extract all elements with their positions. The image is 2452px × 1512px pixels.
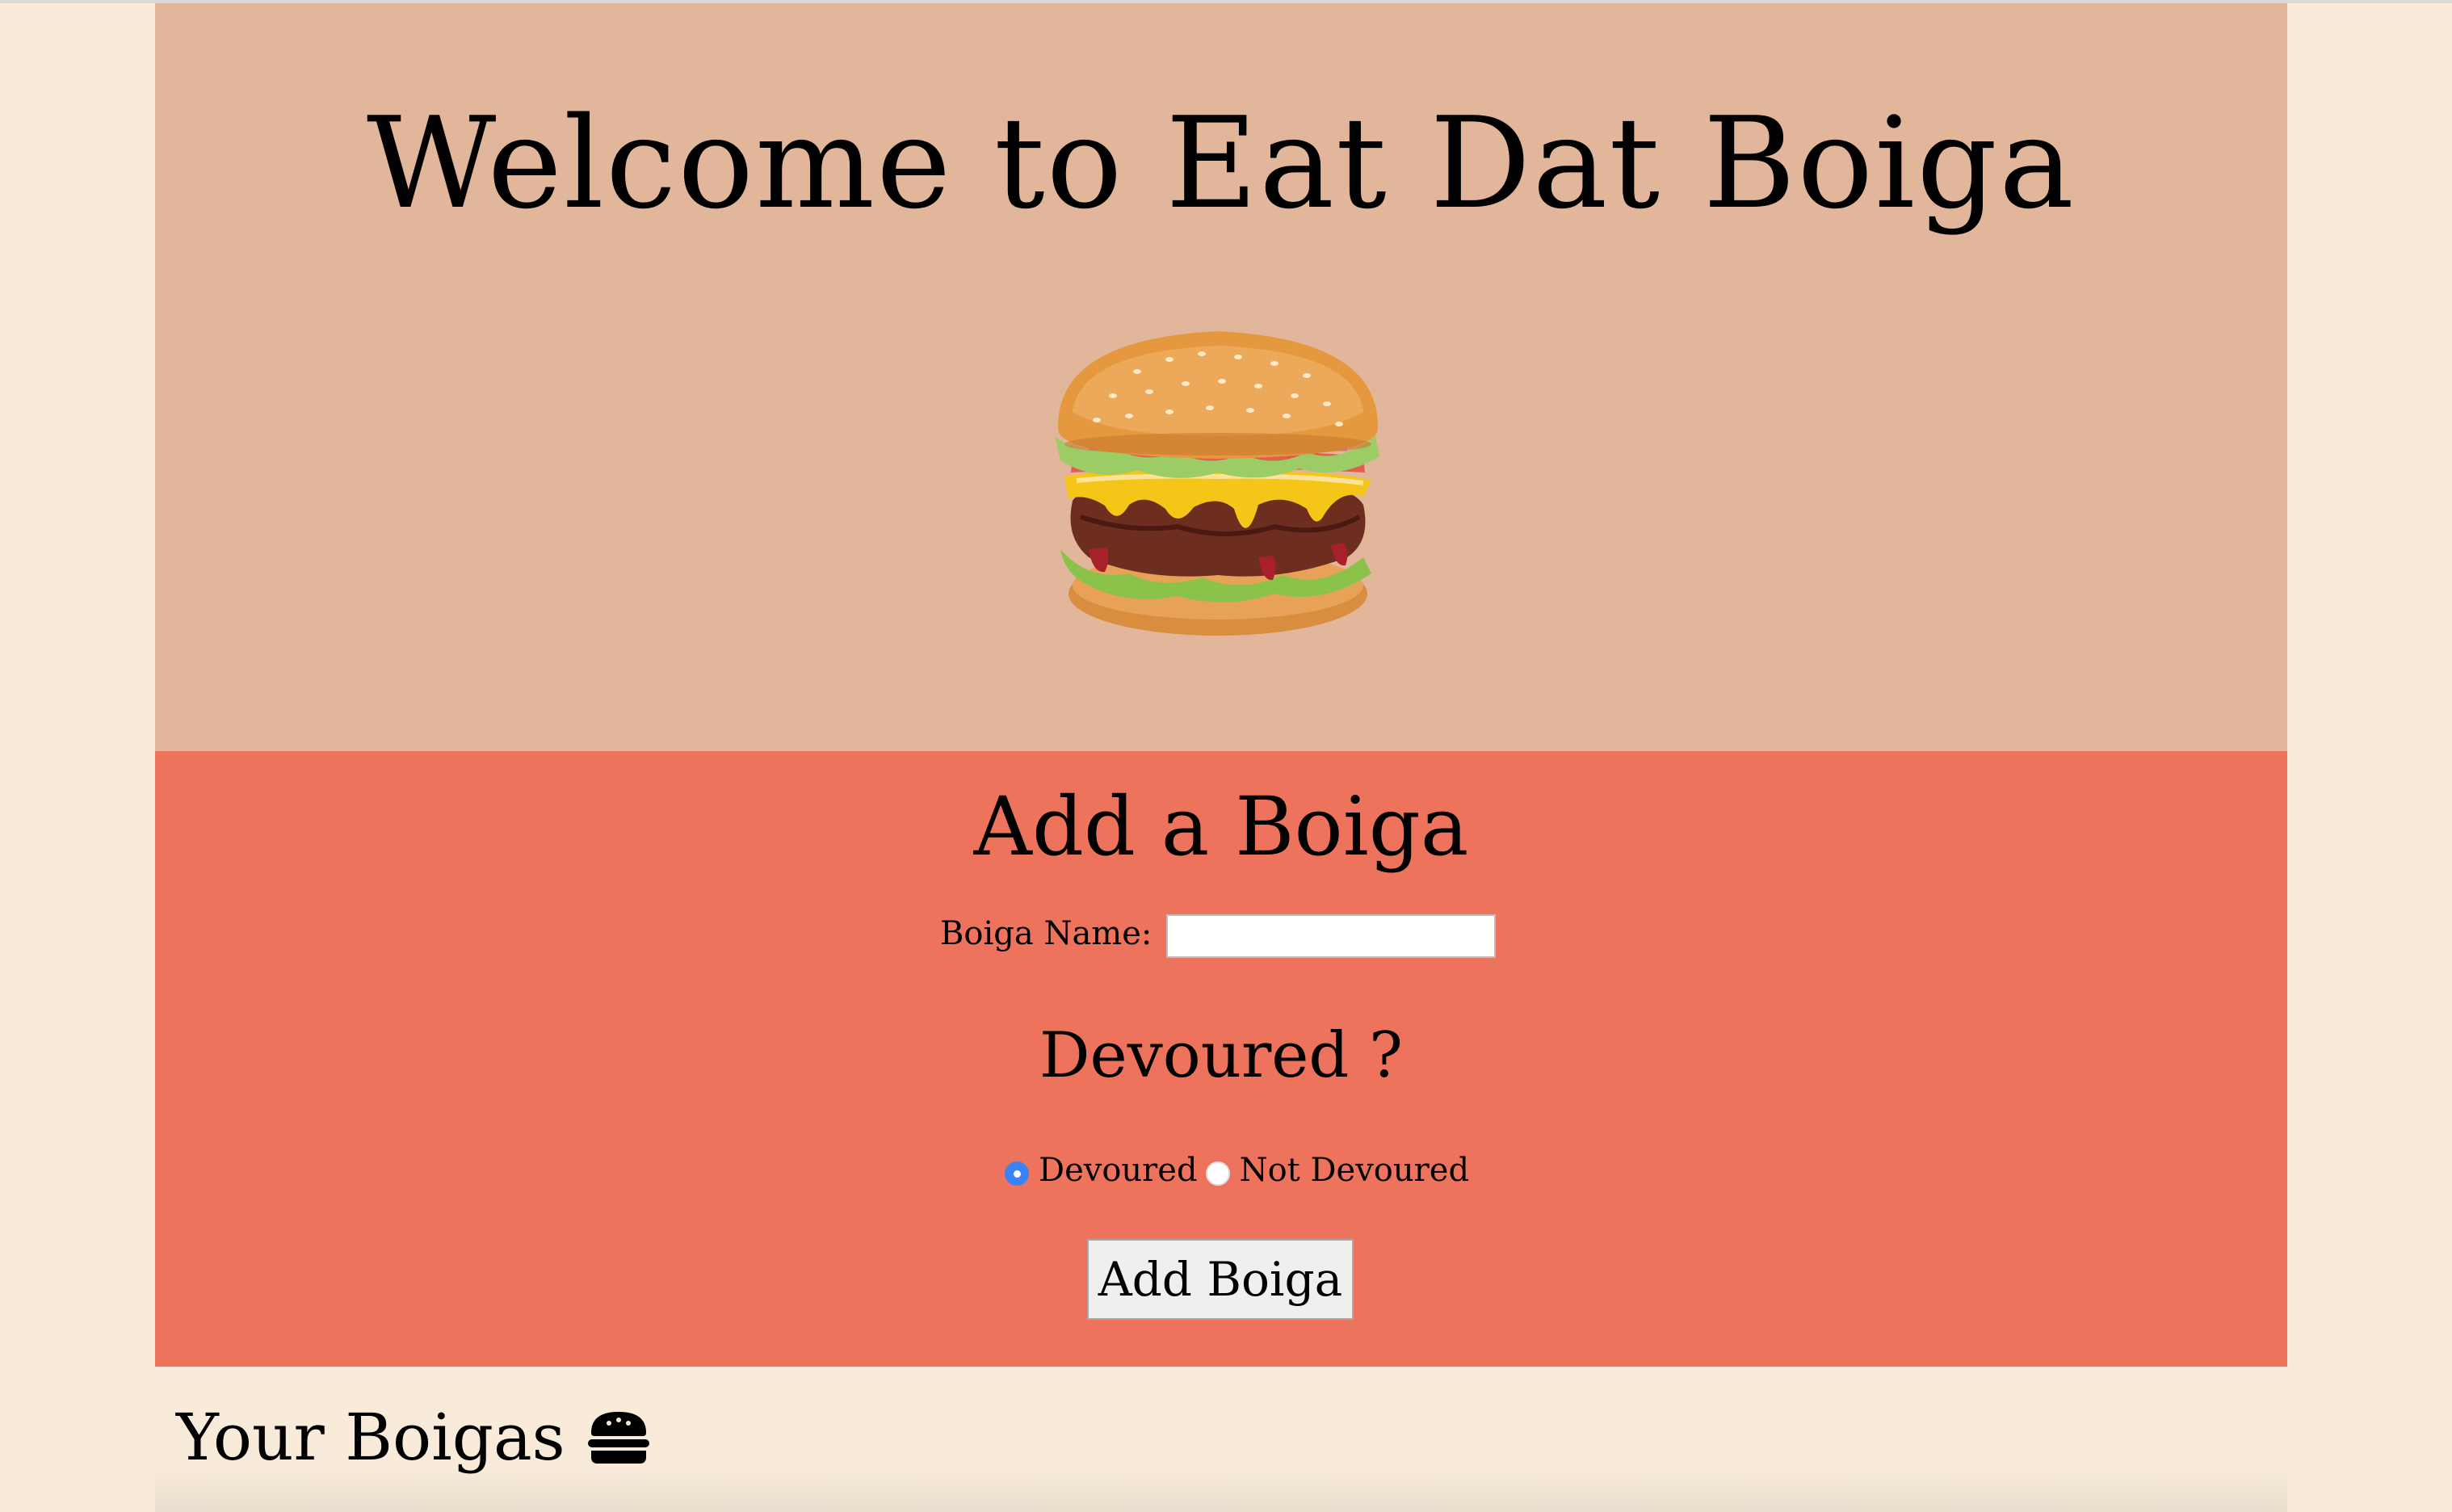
- boiga-name-label: Boiga Name:: [940, 915, 1153, 952]
- add-boiga-section: Add a Boiga Boiga Name: Devoured ? Devou…: [155, 751, 2287, 1367]
- devoured-radio-group: Devoured Not Devoured: [1005, 1150, 1477, 1191]
- page: Welcome to Eat Dat Boiga Add a Boiga Boi…: [0, 0, 2452, 1512]
- not-devoured-radio-label[interactable]: Not Devoured: [1240, 1154, 1469, 1186]
- devoured-title: Devoured ?: [1039, 1019, 1403, 1092]
- add-boiga-title: Add a Boiga: [973, 779, 1469, 874]
- burger-image: [1055, 331, 1379, 636]
- add-boiga-button[interactable]: Add Boiga: [1087, 1239, 1354, 1320]
- hero-section: Welcome to Eat Dat Boiga: [155, 3, 2287, 751]
- devoured-radio-label[interactable]: Devoured: [1039, 1154, 1198, 1186]
- list-container-edge: [155, 1470, 2287, 1512]
- not-devoured-radio[interactable]: [1205, 1161, 1230, 1186]
- your-boigas-heading: Your Boigas: [176, 1405, 651, 1470]
- boiga-name-input[interactable]: [1166, 914, 1496, 958]
- your-boigas-label: Your Boigas: [176, 1400, 565, 1475]
- page-title: Welcome to Eat Dat Boiga: [367, 90, 2076, 237]
- hamburger-icon: [587, 1412, 649, 1464]
- devoured-radio[interactable]: [1005, 1161, 1029, 1186]
